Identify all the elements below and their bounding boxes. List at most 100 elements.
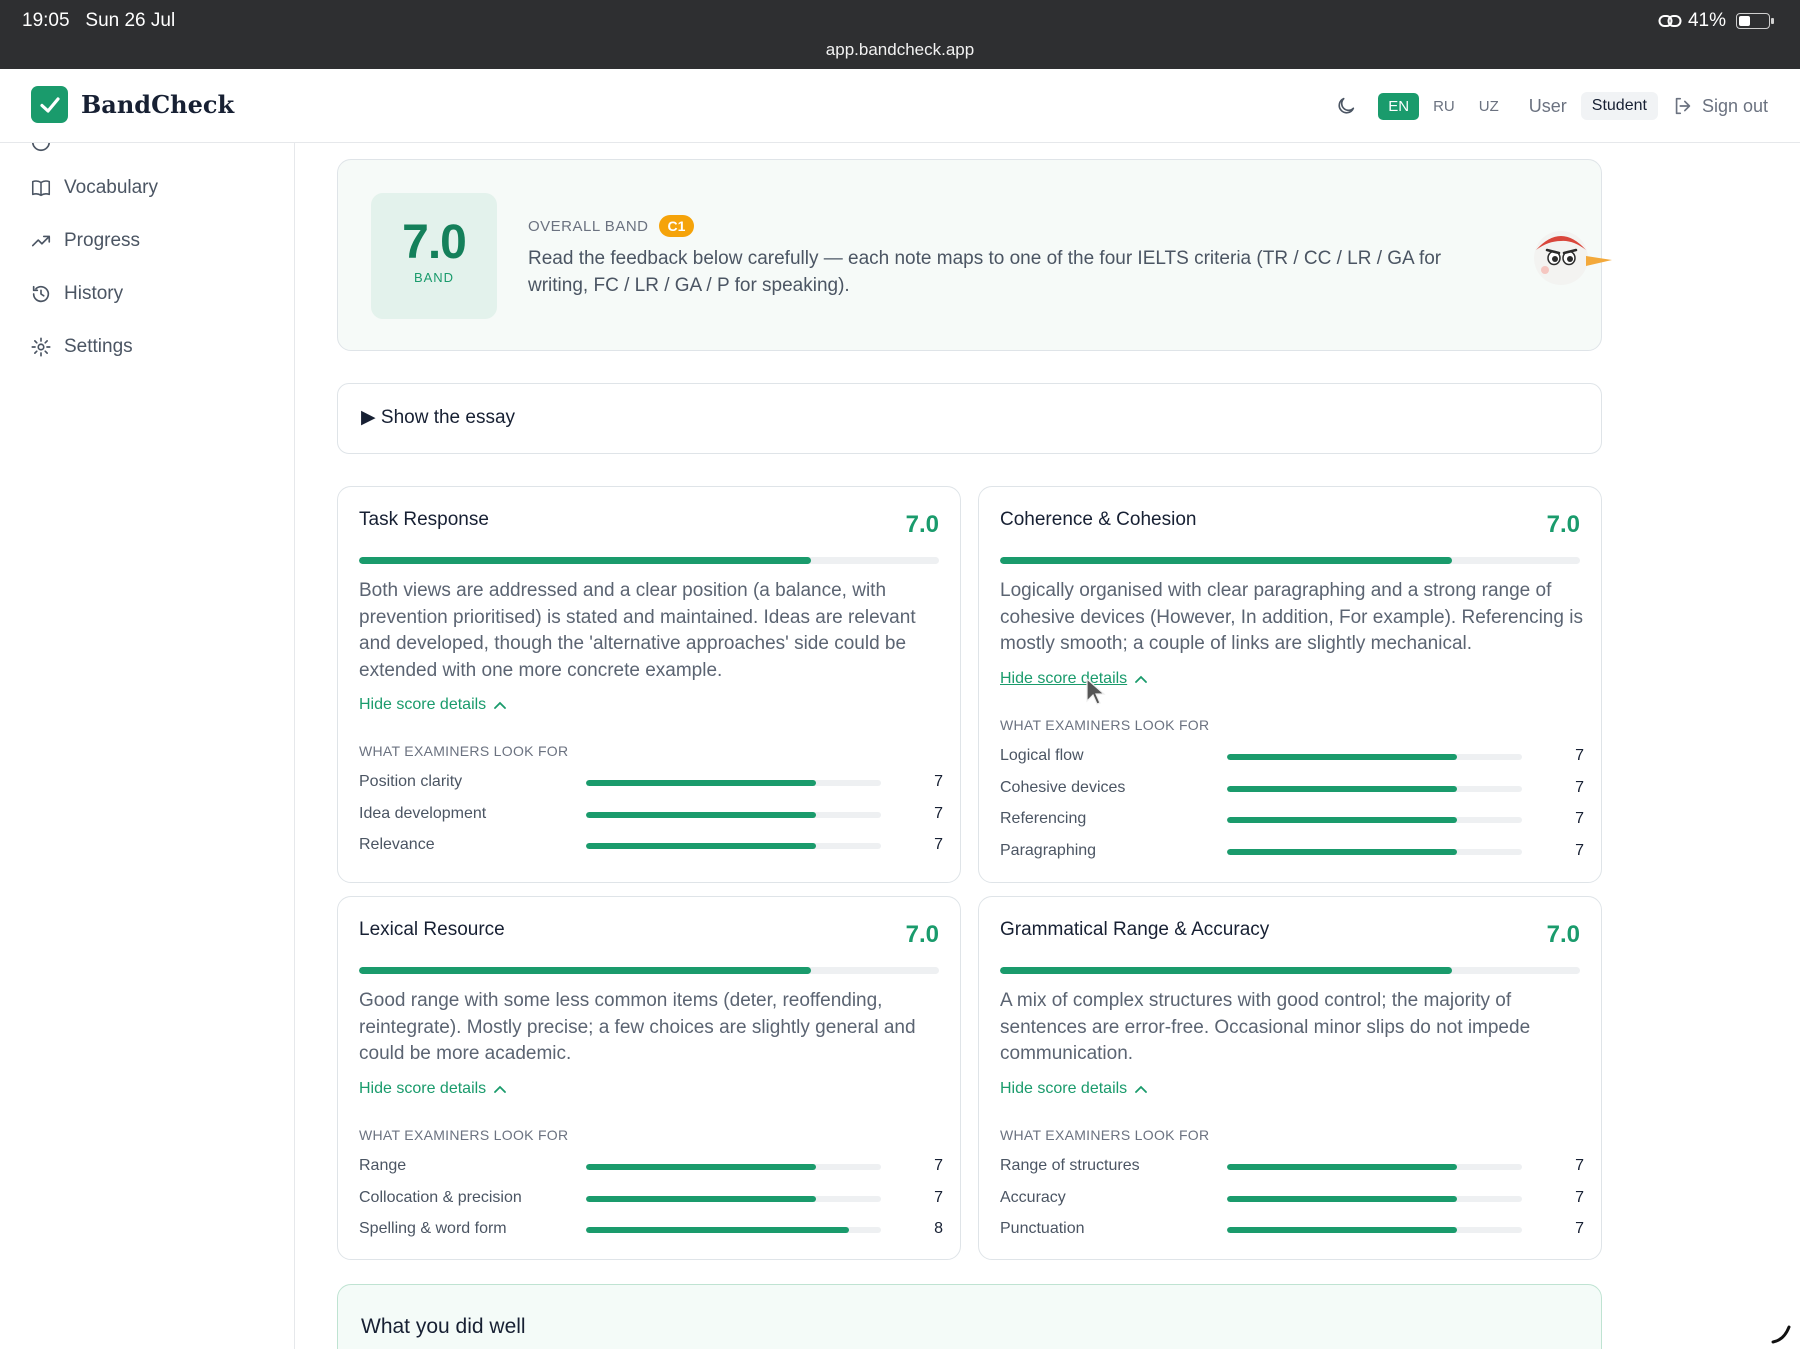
subscore-value: 7: [1575, 747, 1584, 764]
battery-icon: [1736, 13, 1774, 29]
brand-name: BandCheck: [81, 90, 235, 119]
overall-band-card: 7.0 BAND OVERALL BAND C1 Read the feedba…: [337, 159, 1612, 351]
criterion-description: Good range with some less common items (…: [359, 990, 916, 1064]
subscore-label: Collocation & precision: [359, 1188, 522, 1206]
criterion-description: Logically organised with clear paragraph…: [1000, 580, 1583, 654]
sidebar-item-history[interactable]: History: [30, 283, 123, 305]
examiners-heading: WHAT EXAMINERS LOOK FOR: [359, 743, 569, 759]
criterion-score: 7.0: [1546, 511, 1580, 538]
loading-arc-icon: [1771, 1325, 1791, 1344]
subscore-bar: [1227, 1164, 1522, 1170]
show-essay-toggle[interactable]: ▶ Show the essay: [337, 383, 1602, 454]
lang-ru[interactable]: RU: [1423, 93, 1465, 120]
hide-score-details-button[interactable]: Hide score details: [1000, 1080, 1148, 1098]
subscore-row: Referencing 7: [1000, 810, 1584, 830]
sidebar-item-label: Settings: [64, 336, 133, 357]
subscore-row: Collocation & precision 7: [359, 1189, 943, 1209]
hide-score-details-button[interactable]: Hide score details: [359, 1080, 507, 1098]
subscore-bar: [586, 1164, 881, 1170]
sign-out-button[interactable]: Sign out: [1672, 95, 1768, 117]
lang-en[interactable]: EN: [1378, 92, 1420, 120]
toggle-label: Hide score details: [1000, 1080, 1128, 1097]
criterion-description: Both views are addressed and a clear pos…: [359, 580, 916, 681]
subscore-label: Accuracy: [1000, 1188, 1066, 1206]
criterion-title: Coherence & Cohesion: [1000, 509, 1197, 530]
criterion-score-bar: [1000, 967, 1580, 974]
hide-score-details-button[interactable]: Hide score details: [1000, 670, 1148, 688]
chevron-up-icon: [494, 1085, 507, 1093]
sidebar-item-vocabulary[interactable]: Vocabulary: [30, 177, 158, 199]
subscore-value: 8: [934, 1220, 943, 1237]
role-badge: Student: [1580, 92, 1658, 120]
subscore-value: 7: [1575, 778, 1584, 796]
criterion-score: 7.0: [905, 921, 939, 948]
subscore-value: 7: [1575, 841, 1584, 859]
subscore-bar: [586, 1227, 881, 1233]
sidebar-item-settings[interactable]: Settings: [30, 336, 133, 358]
moon-icon: [1338, 97, 1355, 114]
mouse-cursor-icon: [1086, 677, 1106, 705]
book-icon: [31, 180, 51, 197]
app-header: BandCheck EN RU UZ User Student Sign out: [0, 69, 1800, 143]
subscore-value: 7: [934, 1157, 943, 1174]
subscore-label: Position clarity: [359, 773, 463, 790]
status-time: 19:05 Sun 26 Jul: [22, 10, 176, 31]
subscore-row: Relevance 7: [359, 836, 943, 856]
subscore-label: Punctuation: [1000, 1220, 1085, 1237]
criterion-card-grammatical-range: Grammatical Range & Accuracy 7.0 A mix o…: [978, 896, 1602, 1260]
band-score-box: 7.0 BAND: [371, 193, 497, 319]
criterion-title: Grammatical Range & Accuracy: [1000, 919, 1270, 940]
did-well-title: What you did well: [361, 1315, 526, 1338]
chevron-up-icon: [494, 701, 507, 709]
dark-mode-toggle[interactable]: [1328, 88, 1364, 124]
brand-logo[interactable]: BandCheck: [31, 86, 234, 123]
hide-score-details-button[interactable]: Hide score details: [359, 696, 507, 714]
subscore-label: Paragraphing: [1000, 841, 1097, 859]
sidebar-item-progress[interactable]: Progress: [30, 230, 140, 252]
subscore-bar: [1227, 754, 1522, 760]
overall-band-value: 7.0: [402, 216, 467, 269]
subscore-value: 7: [934, 1188, 943, 1206]
subscore-row: Spelling & word form 8: [359, 1220, 943, 1240]
subscore-label: Referencing: [1000, 810, 1087, 827]
subscore-label: Cohesive devices: [1000, 778, 1126, 796]
subscore-row: Range of structures 7: [1000, 1157, 1584, 1177]
criterion-score-bar: [359, 557, 939, 564]
subscore-bar: [586, 780, 881, 786]
subscore-value: 7: [934, 836, 943, 853]
chevron-up-icon: [1135, 675, 1148, 683]
criterion-score: 7.0: [1546, 921, 1580, 948]
subscore-row: Cohesive devices 7: [1000, 779, 1584, 799]
overall-description: Read the feedback below carefully — each…: [528, 248, 1442, 296]
check-logo-icon: [31, 86, 68, 123]
subscore-row: Range 7: [359, 1157, 943, 1177]
status-right: 41%: [1658, 10, 1774, 32]
subscore-bar: [1227, 817, 1522, 823]
criterion-card-coherence-cohesion: Coherence & Cohesion 7.0 Logically organ…: [978, 486, 1602, 883]
subscore-bar: [1227, 785, 1522, 792]
trend-up-icon: [31, 235, 51, 247]
status-bar: 19:05 Sun 26 Jul app.bandcheck.app 41%: [0, 0, 1800, 69]
subscore-row: Idea development 7: [359, 805, 943, 825]
user-label: User: [1528, 95, 1567, 116]
subscore-row: Logical flow 7: [1000, 747, 1584, 767]
criterion-score-bar: [1000, 557, 1580, 564]
subscore-bar: [1227, 1195, 1522, 1202]
header-actions: EN RU UZ User Student Sign out: [1328, 88, 1768, 124]
sign-out-icon: [1675, 97, 1691, 115]
lang-uz[interactable]: UZ: [1469, 93, 1509, 120]
examiners-heading: WHAT EXAMINERS LOOK FOR: [359, 1127, 569, 1143]
address-bar-url[interactable]: app.bandcheck.app: [0, 40, 1800, 60]
history-icon: [32, 285, 50, 303]
subscore-value: 7: [1575, 1220, 1584, 1237]
subscore-bar: [1227, 848, 1522, 855]
sidebar-item-clipped[interactable]: [30, 143, 52, 153]
subscore-label: Spelling & word form: [359, 1220, 507, 1237]
overall-heading: OVERALL BAND C1: [528, 215, 695, 237]
link-icon: [1658, 15, 1682, 27]
main-content: 7.0 BAND OVERALL BAND C1 Read the feedba…: [295, 143, 1800, 1349]
gear-icon: [31, 337, 51, 357]
subscore-value: 7: [1575, 1157, 1584, 1174]
what-you-did-well-card: What you did well: [337, 1284, 1602, 1349]
subscore-bar: [1227, 1227, 1522, 1233]
